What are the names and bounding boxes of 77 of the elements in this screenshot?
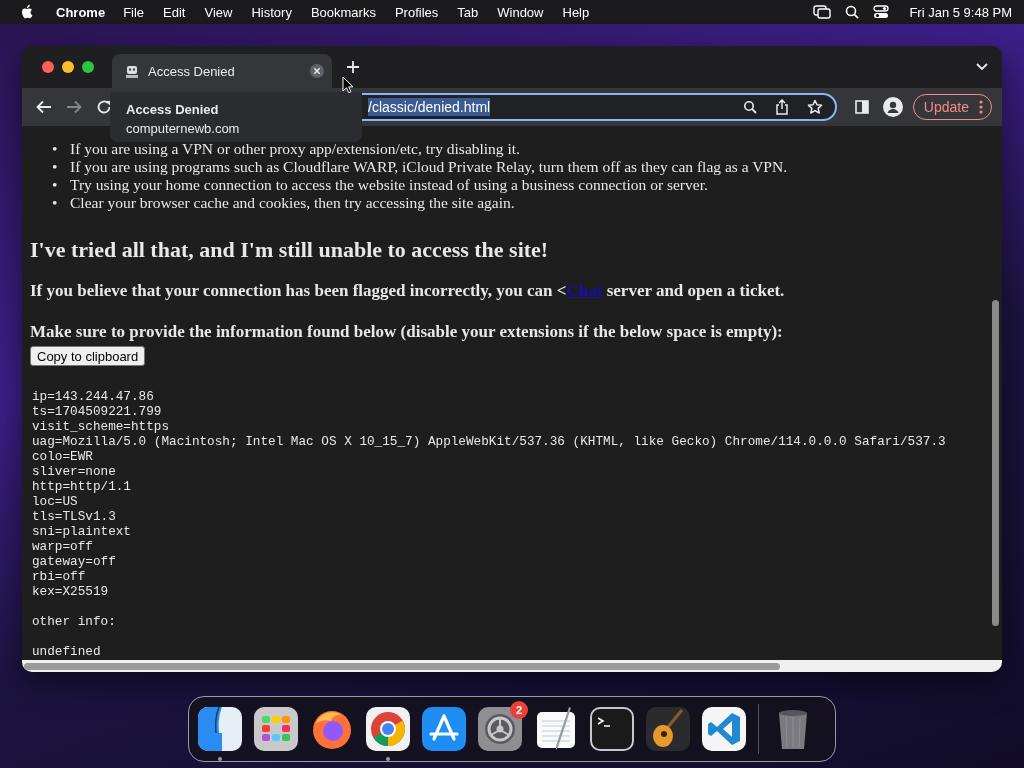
notification-badge: 2: [510, 701, 528, 719]
side-panel-icon[interactable]: [854, 100, 869, 114]
minimize-button[interactable]: [62, 61, 74, 73]
list-item: If you are using a VPN or other proxy app/extension/etc, try disabling it.: [70, 140, 520, 158]
bullet-marker: •: [52, 194, 59, 212]
textedit-app-icon[interactable]: [534, 707, 578, 751]
terminal-app-icon[interactable]: [590, 707, 634, 751]
close-button[interactable]: [42, 61, 54, 73]
page-heading: I've tried all that, and I'm still unable to access the site!: [30, 236, 550, 264]
url-text: /classic/denied.html: [368, 98, 491, 116]
info-line: warp=off: [31, 539, 94, 554]
close-icon[interactable]: [310, 64, 324, 78]
launchpad-app-icon[interactable]: [254, 707, 298, 751]
tab-title: Access Denied: [148, 63, 236, 79]
app-menu[interactable]: Chrome: [56, 4, 106, 20]
search-icon[interactable]: [845, 5, 860, 19]
list-item: Clear your browser cache and cookies, then try accessing the site again.: [70, 194, 515, 212]
menu-item[interactable]: Bookmarks: [310, 4, 376, 20]
menu-item[interactable]: History: [251, 4, 292, 20]
reload-icon[interactable]: [96, 99, 112, 115]
menu-item[interactable]: File: [123, 4, 145, 20]
ticket-text: If you believe that your connection has been flagged incorrectly, you can <Chat server and open a ticket.: [30, 280, 786, 302]
info-label: other info:: [31, 614, 117, 629]
browser-tab[interactable]: Access Denied: [112, 54, 332, 88]
info-line: rbi=off: [31, 569, 87, 584]
tooltip-title: Access Denied: [126, 102, 220, 117]
search-icon[interactable]: [742, 100, 757, 114]
info-line: kex=X25519: [31, 584, 110, 599]
vscode-app-icon[interactable]: [702, 707, 746, 751]
info-line: undefined: [31, 644, 102, 659]
clock[interactable]: Fri Jan 5 9:48 PM: [909, 4, 1012, 20]
tooltip-domain: computernewb.com: [126, 121, 241, 136]
plus-icon[interactable]: [346, 60, 360, 74]
settings-app-icon[interactable]: [478, 707, 522, 751]
info-line: uag=Mozilla/5.0 (Macintosh; Intel Mac OS X 10_15_7) AppleWebKit/537.36 (KHTML, like Gecko) Chrome/114.0.0.0 Safari/537.3: [31, 434, 947, 449]
back-icon[interactable]: [36, 100, 52, 114]
menu-item[interactable]: Window: [497, 4, 544, 20]
scrollbar-thumb[interactable]: [992, 300, 999, 626]
profile-icon[interactable]: [882, 97, 903, 117]
finder-app-icon[interactable]: [198, 707, 242, 751]
info-line: sliver=none: [31, 464, 117, 479]
scrollbar-thumb[interactable]: [24, 662, 780, 670]
info-line: sni=plaintext: [31, 524, 132, 539]
control-center-icon[interactable]: [873, 5, 890, 19]
more-icon: [979, 100, 983, 114]
instructions-text: Make sure to provide the information found below (disable your extensions if the below space is empty):: [30, 321, 784, 343]
menu-item[interactable]: View: [204, 4, 233, 20]
info-line: http=http/1.1: [31, 479, 132, 494]
menu-item[interactable]: Profiles: [394, 4, 439, 20]
garageband-app-icon[interactable]: [646, 707, 690, 751]
bullet-marker: •: [52, 140, 59, 158]
list-item: Try using your home connection to access the website instead of using a business connection or server.: [70, 176, 708, 194]
star-icon[interactable]: [806, 99, 823, 115]
info-line: ts=1704509221.799: [31, 404, 163, 419]
chrome-app-icon[interactable]: [366, 707, 410, 751]
info-line: visit_scheme=https: [31, 419, 171, 434]
info-line: gateway=off: [31, 554, 117, 569]
chevron-down-icon[interactable]: [976, 63, 988, 71]
zoom-button[interactable]: [82, 61, 94, 73]
list-item: If you are using programs such as Cloudflare WARP, iCloud Private Relay, turn them off as they can flag as a VPN.: [70, 158, 788, 176]
info-line: ip=143.244.47.86: [31, 389, 155, 404]
copy-button[interactable]: Copy to clipboard: [30, 346, 146, 366]
share-icon[interactable]: [774, 99, 789, 115]
info-line: loc=US: [31, 494, 79, 509]
menu-item[interactable]: Edit: [163, 4, 186, 20]
bullet-marker: •: [52, 176, 59, 194]
bullet-marker: •: [52, 158, 59, 176]
cursor-icon: [342, 76, 354, 94]
screen-mirroring-icon[interactable]: [813, 5, 832, 19]
menu-item[interactable]: Tab: [457, 4, 479, 20]
info-line: colo=EWR: [31, 449, 94, 464]
apple-icon[interactable]: [20, 4, 34, 20]
menu-item[interactable]: Help: [562, 4, 590, 20]
forward-icon[interactable]: [66, 100, 82, 114]
info-line: tls=TLSv1.3: [31, 509, 117, 524]
appstore-app-icon[interactable]: [422, 707, 466, 751]
robot-icon: [124, 63, 140, 79]
